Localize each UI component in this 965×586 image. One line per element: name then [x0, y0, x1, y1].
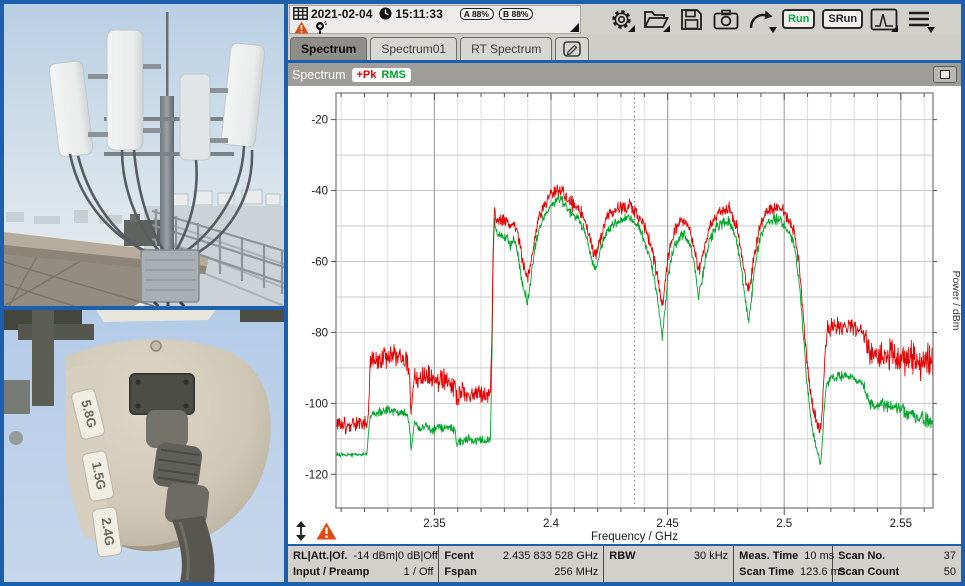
y-tick-label: -60: [311, 256, 328, 268]
open-file-button[interactable]: [642, 6, 670, 32]
toolbar-date: 2021-02-04: [311, 7, 372, 21]
rbw-label: RBW: [609, 548, 635, 564]
settings-button[interactable]: [607, 6, 635, 32]
run-button[interactable]: Run: [782, 9, 815, 29]
clock-icon: [379, 7, 392, 20]
scan-count-label: Scan Count: [838, 564, 899, 580]
trace-legend-badge[interactable]: +Pk RMS: [352, 68, 411, 82]
maximize-icon: [940, 70, 950, 79]
input-preamp-label: Input / Preamp: [293, 564, 369, 580]
calendar-icon: [293, 7, 308, 20]
redo-button[interactable]: [747, 6, 775, 32]
x-tick-label: 2.45: [656, 518, 678, 530]
spectrum-chart-area: -20 -40 -60 -80 -100 -120 2.35 2.4 2.45 2.5 2.55 Fr…: [288, 86, 961, 544]
rl-att-of-value: -14 dBm|0 dB|Off: [353, 548, 437, 564]
screenshot-button[interactable]: [712, 6, 740, 32]
maximize-button[interactable]: [933, 66, 957, 83]
x-tick-label: 2.4: [543, 518, 560, 530]
chart-warning-icon[interactable]: [316, 522, 337, 540]
status-group-level[interactable]: RL|Att.|Of. -14 dBm|0 dB|Off Input / Prea…: [288, 546, 439, 582]
menu-dropdown-triangle[interactable]: [927, 27, 935, 33]
status-group-bandwidth[interactable]: RBW 30 kHz: [604, 546, 734, 582]
toolbar-buttons: Run SRun: [607, 4, 933, 34]
rl-att-of-label: RL|Att.|Of.: [293, 548, 347, 564]
y-tick-label: -120: [305, 469, 328, 481]
vertical-resize-icon[interactable]: [295, 521, 307, 541]
x-tick-label: 2.55: [890, 518, 912, 530]
toolbar-time: 15:11:33: [395, 7, 442, 21]
x-tick-label: 2.35: [423, 518, 445, 530]
fspan-value: 256 MHz: [554, 564, 598, 580]
meas-time-value: 10 ms: [804, 548, 834, 564]
warning-icon[interactable]: [294, 21, 309, 34]
y-tick-label: -20: [311, 115, 328, 127]
gps-pin-icon[interactable]: [314, 21, 328, 35]
tab-spectrum[interactable]: Spectrum: [290, 37, 367, 60]
menu-button[interactable]: [905, 6, 933, 32]
scan-no-label: Scan No.: [838, 548, 885, 564]
antenna-connector-illustration: 5.8G 1.5G 2.4G: [4, 310, 284, 582]
screenshot-camera-icon: [713, 9, 739, 30]
x-axis-title: Frequency / GHz: [591, 531, 678, 543]
trace-rms-label: RMS: [381, 69, 405, 81]
x-tick-label: 2.5: [776, 518, 792, 530]
screenshot-root: 5.8G 1.5G 2.4G: [0, 0, 965, 586]
scan-time-label: Scan Time: [739, 564, 794, 580]
trace-peak-label: +Pk: [357, 69, 377, 81]
fcent-value: 2.435 833 528 GHz: [503, 548, 598, 564]
display-dropdown-triangle[interactable]: [891, 25, 898, 32]
menu-icon: [907, 10, 931, 28]
meas-time-label: Meas. Time: [739, 548, 798, 564]
status-bar: RL|Att.|Of. -14 dBm|0 dB|Off Input / Prea…: [288, 546, 961, 582]
save-icon: [680, 8, 703, 31]
fcent-label: Fcent: [444, 548, 473, 564]
scan-no-value: 37: [944, 548, 956, 564]
chart-corner-icons: [295, 521, 337, 541]
y-tick-label: -40: [311, 186, 328, 198]
save-button[interactable]: [677, 6, 705, 32]
rooftop-antenna-illustration: [4, 4, 284, 306]
tab-rt-spectrum[interactable]: RT Spectrum: [460, 37, 552, 60]
single-run-button[interactable]: SRun: [822, 9, 863, 29]
rooftop-antenna-photo: [4, 4, 284, 306]
battery-a-indicator: A 88%: [460, 8, 494, 20]
battery-b-indicator: B 88%: [499, 8, 534, 20]
open-dropdown-triangle[interactable]: [663, 25, 670, 32]
y-tick-label: -100: [305, 398, 328, 410]
tab-bar: Spectrum Spectrum01 RT Spectrum: [288, 34, 961, 60]
y-axis-title: Power / dBm: [950, 270, 961, 330]
settings-dropdown-triangle[interactable]: [628, 25, 635, 32]
top-toolbar: 2021-02-04 15:11:33 A 88% B 88%: [288, 4, 961, 34]
spectrum-window-titlebar: Spectrum +Pk RMS: [288, 63, 961, 86]
rbw-value: 30 kHz: [694, 548, 728, 564]
datetime-status-panel[interactable]: 2021-02-04 15:11:33 A 88% B 88%: [289, 5, 581, 34]
status-group-frequency[interactable]: Fcent 2.435 833 528 GHz Fspan 256 MHz: [439, 546, 604, 582]
antenna-connector-photo: 5.8G 1.5G 2.4G: [4, 310, 284, 582]
status-group-timing[interactable]: Meas. Time10 ms Scan Time123.6 ms: [734, 546, 833, 582]
y-tick-label: -80: [311, 327, 328, 339]
fspan-label: Fspan: [444, 564, 476, 580]
expand-status-triangle[interactable]: [570, 23, 579, 32]
spectrum-plot[interactable]: -20 -40 -60 -80 -100 -120 2.35 2.4 2.45 2.5 2.55 Fr…: [288, 86, 961, 544]
redo-dropdown-triangle[interactable]: [769, 27, 777, 33]
input-preamp-value: 1 / Off: [404, 564, 434, 580]
analyzer-app-panel: 2021-02-04 15:11:33 A 88% B 88%: [288, 4, 961, 582]
tab-edit-button[interactable]: [555, 37, 589, 60]
edit-pencil-icon: [563, 41, 581, 57]
tab-spectrum01[interactable]: Spectrum01: [370, 37, 457, 60]
window-title: Spectrum: [292, 68, 346, 82]
scan-count-value: 50: [944, 564, 956, 580]
status-group-scan[interactable]: Scan No. 37 Scan Count 50: [833, 546, 961, 582]
display-config-button[interactable]: [870, 6, 898, 32]
